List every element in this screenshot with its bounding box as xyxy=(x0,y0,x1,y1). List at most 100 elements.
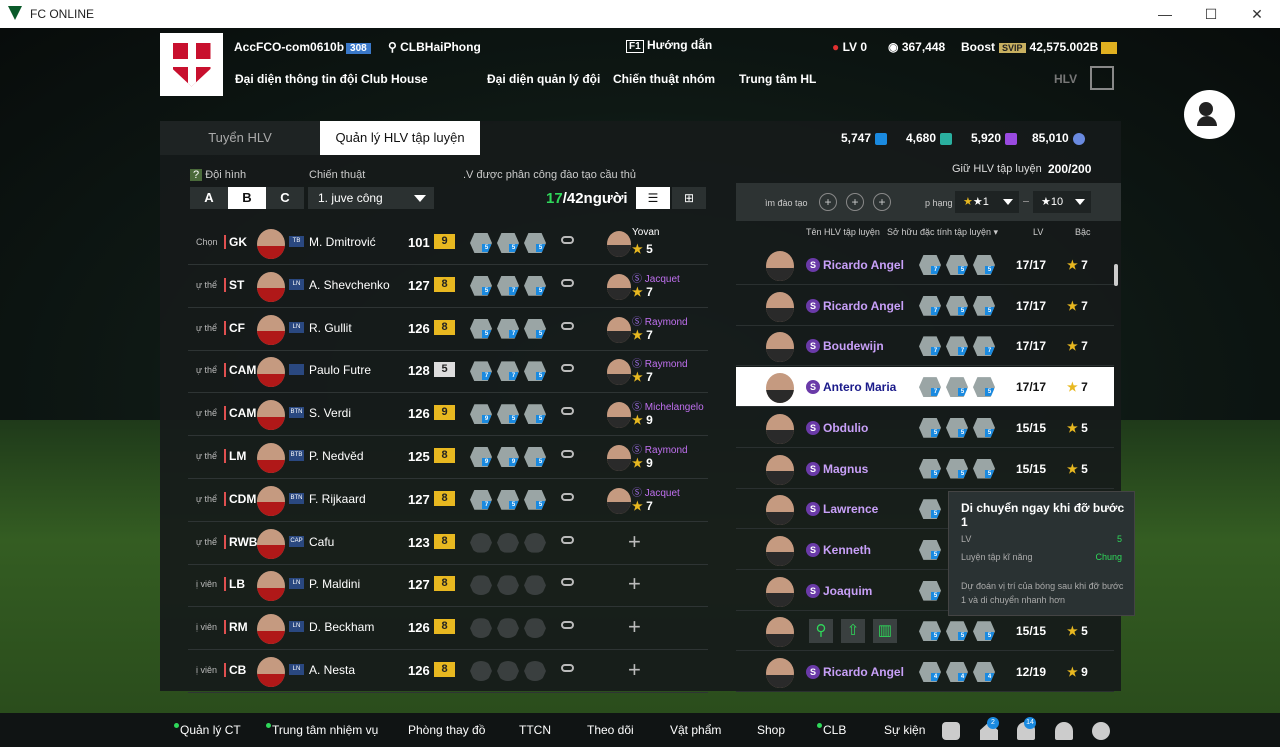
coach-row[interactable]: ⚲ ⇧ ▥ 5 5 5 15/15 ★ 5 xyxy=(736,611,1114,652)
minimize-button[interactable]: — xyxy=(1155,4,1175,24)
footer-shop[interactable]: Shop xyxy=(757,723,785,737)
close-button[interactable]: ✕ xyxy=(1247,4,1267,24)
training-skill-icon[interactable]: 5 xyxy=(946,295,968,316)
maximize-button[interactable]: ☐ xyxy=(1201,4,1221,24)
player-row[interactable]: ị viên LB LN P. Maldini 127 8 + xyxy=(188,565,708,608)
filter-slot-2-button[interactable]: + xyxy=(846,193,864,211)
training-skill-icon[interactable]: 5 xyxy=(973,458,995,479)
training-skill-icon[interactable]: 7 xyxy=(497,275,519,296)
nav-team-info[interactable]: Đại diện thông tin đội xyxy=(235,72,358,86)
training-skill-icon[interactable]: 7 xyxy=(919,295,941,316)
add-coach-button[interactable]: + xyxy=(628,614,641,640)
player-row[interactable]: ự thể CAM BTN S. Verdi 126 9 9 5 5 Ⓢ Michelangelo… xyxy=(188,394,708,437)
training-skill-icon[interactable]: 5 xyxy=(919,417,941,438)
footer-locker-room[interactable]: Phòng thay đồ xyxy=(408,723,485,737)
filter-slot-1-button[interactable]: + xyxy=(819,193,837,211)
nav-manager[interactable]: Đại diện quản lý đội xyxy=(487,72,600,86)
training-skill-icon[interactable]: 9 xyxy=(497,447,519,467)
tab-recruit[interactable]: Tuyển HLV xyxy=(160,121,320,155)
player-row[interactable]: ị viên CB LN A. Nesta 126 8 + xyxy=(188,651,708,693)
footer-items[interactable]: Vật phẩm xyxy=(670,723,721,737)
training-skill-icon[interactable]: 5 xyxy=(524,404,546,425)
player-row[interactable]: ự thể CDM BTN F. Rijkaard 127 8 7 5 5 Ⓢ Jacquet ★ … xyxy=(188,480,708,522)
player-row[interactable]: ị viên RM LN D. Beckham 126 8 + xyxy=(188,608,708,651)
coach-row[interactable]: S Obdulio 5 5 5 15/15 ★ 5 xyxy=(736,408,1114,448)
profile-chat-button[interactable] xyxy=(1184,90,1235,139)
profile-icon[interactable] xyxy=(1055,722,1073,740)
coach-row[interactable]: S Boudewijn 7 7 7 17/17 ★ 7 xyxy=(736,326,1114,367)
training-skill-icon[interactable]: 5 xyxy=(973,377,995,398)
training-skill-icon[interactable]: 5 xyxy=(919,499,941,520)
training-skill-icon[interactable]: 5 xyxy=(973,295,995,316)
training-skill-icon[interactable]: 5 xyxy=(524,361,546,382)
training-skill-icon[interactable]: 5 xyxy=(497,233,519,253)
player-row[interactable]: ự thể RWB CAP Cafu 123 8 + xyxy=(188,523,708,565)
training-skill-icon[interactable]: 5 xyxy=(524,233,546,253)
pitch-view-button[interactable]: ⊞ xyxy=(672,187,706,209)
assigned-coach[interactable]: Ⓢ Jacquet ★ 7 xyxy=(607,270,713,304)
add-coach-button[interactable]: + xyxy=(628,529,641,555)
training-skill-icon[interactable]: 4 xyxy=(973,662,995,682)
assigned-coach[interactable]: Ⓢ Jacquet ★ 7 xyxy=(607,484,713,518)
training-skill-icon[interactable]: 5 xyxy=(946,377,968,398)
training-skill-icon[interactable]: 7 xyxy=(470,489,492,510)
search-icon[interactable]: ⚲ xyxy=(809,619,833,644)
col-coach-name[interactable]: Tên HLV tập luyện xyxy=(806,227,880,237)
nav-team-tactics[interactable]: Chiến thuật nhóm xyxy=(613,72,715,86)
training-skill-icon[interactable]: 5 xyxy=(919,458,941,479)
training-skill-icon[interactable]: 5 xyxy=(973,255,995,275)
training-skill-icon[interactable]: 5 xyxy=(497,404,519,425)
formation-b-button[interactable]: B xyxy=(228,187,266,209)
club-logo[interactable] xyxy=(160,33,223,96)
exit-icon[interactable] xyxy=(1090,66,1114,90)
training-skill-icon[interactable]: 7 xyxy=(973,336,995,357)
player-row[interactable]: ự thể ST LN A. Shevchenko 127 8 5 7 5 Ⓢ Jacquet ★ … xyxy=(188,266,708,308)
footer-missions[interactable]: Trung tâm nhiệm vụ xyxy=(266,723,378,737)
coach-row[interactable]: S Ricardo Angel 7 5 5 17/17 ★ 7 xyxy=(736,286,1114,326)
training-skill-icon[interactable]: 5 xyxy=(946,621,968,642)
add-coach-button[interactable]: + xyxy=(628,571,641,597)
training-skill-icon[interactable]: 5 xyxy=(973,621,995,642)
training-skill-icon[interactable]: 9 xyxy=(470,404,492,425)
footer-events[interactable]: Sự kiện xyxy=(884,723,925,737)
training-skill-icon[interactable]: 7 xyxy=(497,318,519,339)
footer-personal-info[interactable]: TTCN xyxy=(519,723,551,737)
training-skill-icon[interactable]: 5 xyxy=(946,417,968,438)
training-skill-icon[interactable]: 5 xyxy=(497,489,519,510)
training-skill-icon[interactable]: 7 xyxy=(470,361,492,382)
training-skill-icon[interactable]: 7 xyxy=(946,336,968,357)
coach-row[interactable]: S Magnus 5 5 5 15/15 ★ 5 xyxy=(736,449,1114,489)
assigned-coach[interactable]: Yovan ★ 5 xyxy=(607,227,713,261)
training-skill-icon[interactable]: 9 xyxy=(470,447,492,467)
assigned-coach[interactable]: Ⓢ Raymond ★ 7 xyxy=(607,313,713,347)
coach-row[interactable]: S Ricardo Angel 4 4 4 12/19 ★ 9 xyxy=(736,652,1114,692)
training-skill-icon[interactable]: 4 xyxy=(946,662,968,682)
tab-manage[interactable]: Quản lý HLV tập luyện xyxy=(320,121,480,155)
assigned-coach[interactable]: Ⓢ Raymond ★ 9 xyxy=(607,441,713,475)
chat-icon[interactable] xyxy=(942,722,960,740)
training-skill-icon[interactable]: 5 xyxy=(524,447,546,467)
nav-training-center[interactable]: Trung tâm HL xyxy=(739,72,816,86)
formation-a-button[interactable]: A xyxy=(190,187,228,209)
boost-display[interactable]: Boost SVIP 42,575.002B xyxy=(961,40,1118,54)
training-skill-icon[interactable]: 5 xyxy=(524,318,546,339)
coach-list-scrollbar[interactable] xyxy=(1114,264,1118,286)
training-skill-icon[interactable]: 5 xyxy=(919,539,941,560)
assigned-coach[interactable]: Ⓢ Raymond ★ 7 xyxy=(607,355,713,389)
player-row[interactable]: ự thể LM BTB P. Nedvěd 125 8 9 9 5 Ⓢ Raymond ★ 9 xyxy=(188,437,708,479)
assigned-coach[interactable]: Ⓢ Michelangelo ★ 9 xyxy=(607,398,713,432)
settings-gear-icon[interactable] xyxy=(1092,722,1110,740)
training-skill-icon[interactable]: 5 xyxy=(470,233,492,253)
training-skill-icon[interactable]: 7 xyxy=(919,377,941,398)
footer-club[interactable]: CLB xyxy=(817,723,846,737)
footer-team-management[interactable]: Quản lý CT xyxy=(174,723,241,737)
upgrade-arrow-icon[interactable]: ⇧ xyxy=(841,619,865,644)
guide-button[interactable]: F1 Hướng dẫn xyxy=(626,38,712,53)
nav-club-house[interactable]: Club House xyxy=(361,72,428,86)
grade-from-select[interactable]: ★★1 xyxy=(955,191,1019,213)
trash-icon[interactable]: ▥ xyxy=(873,619,897,644)
training-skill-icon[interactable]: 5 xyxy=(470,275,492,296)
training-skill-icon[interactable]: 5 xyxy=(973,417,995,438)
training-skill-icon[interactable]: 5 xyxy=(524,275,546,296)
training-skill-icon[interactable]: 7 xyxy=(919,336,941,357)
